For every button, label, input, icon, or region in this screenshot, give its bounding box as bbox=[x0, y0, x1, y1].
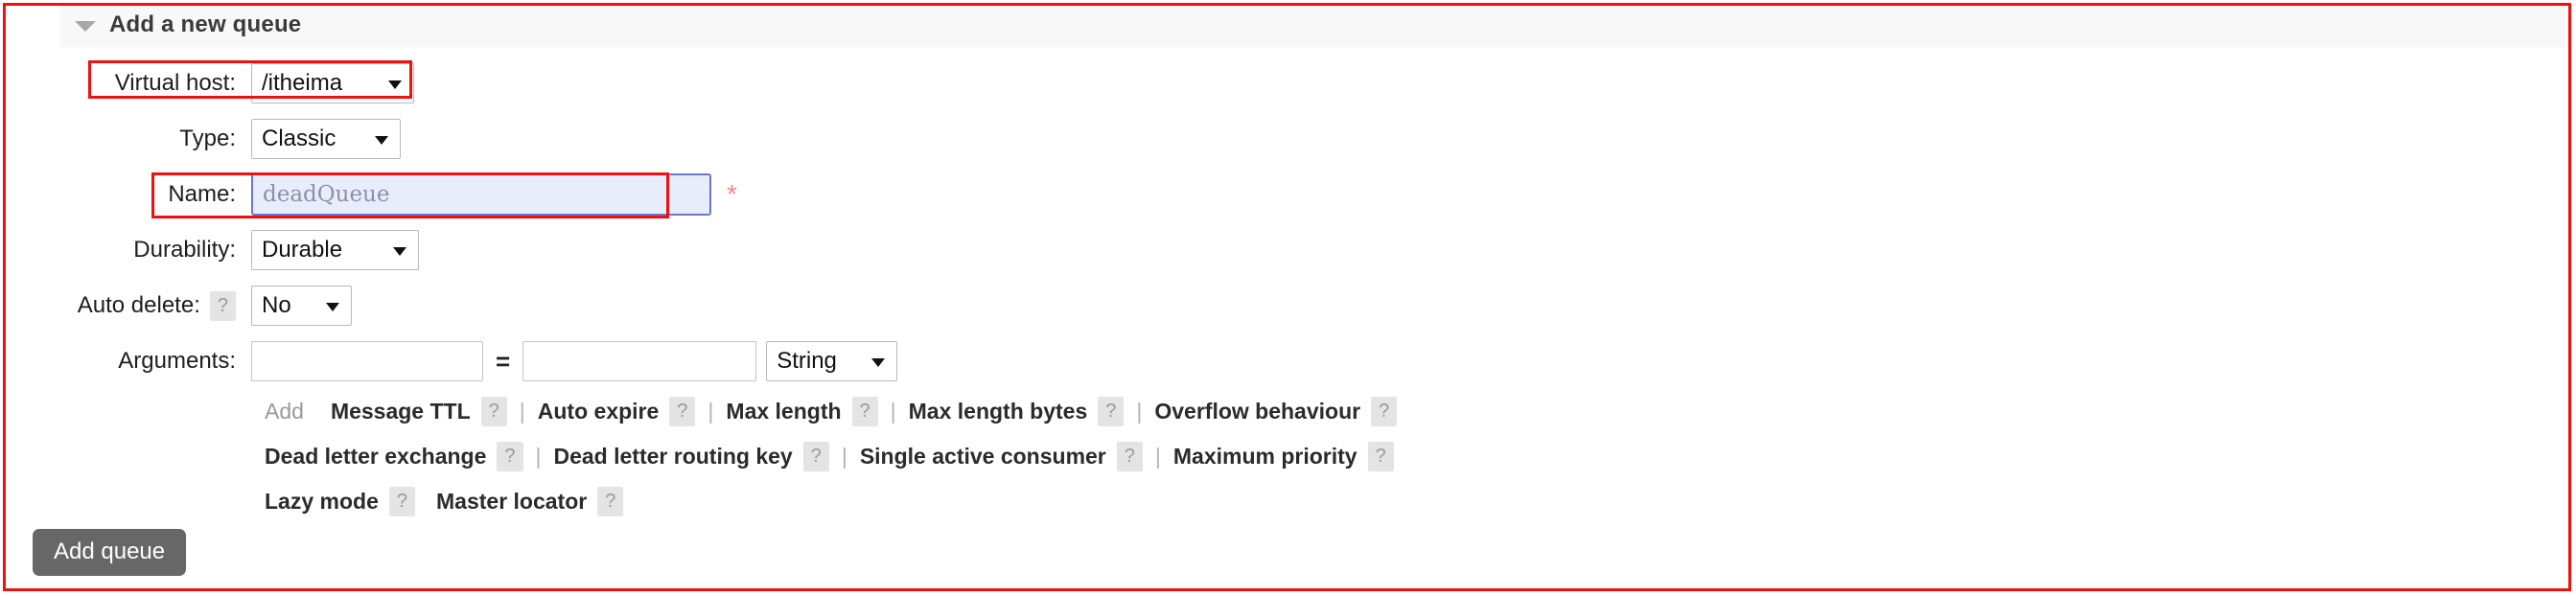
add-queue-panel: Add a new queue Virtual host: /itheima T… bbox=[0, 0, 2576, 596]
preset-lazy-mode[interactable]: Lazy mode ? bbox=[265, 487, 415, 516]
message-ttl-help-icon[interactable]: ? bbox=[480, 397, 507, 426]
type-select[interactable]: Classic bbox=[251, 119, 401, 159]
form-row-arguments: Arguments: = String bbox=[0, 333, 2576, 389]
maximum-priority-help-icon[interactable]: ? bbox=[1367, 442, 1394, 471]
form-row-virtual-host: Virtual host: /itheima bbox=[0, 56, 2576, 111]
preset-maximum-priority[interactable]: Maximum priority ? bbox=[1173, 442, 1394, 471]
form-row-durability: Durability: Durable bbox=[0, 222, 2576, 278]
lazy-mode-help-icon[interactable]: ? bbox=[388, 487, 415, 516]
virtual-host-select[interactable]: /itheima bbox=[251, 63, 414, 103]
durability-label: Durability: bbox=[133, 237, 236, 263]
argument-key-input[interactable] bbox=[251, 341, 483, 381]
argument-presets-row-1: Add Message TTL ? | Auto expire ? | Max … bbox=[0, 389, 2576, 434]
preset-overflow-behaviour[interactable]: Overflow behaviour ? bbox=[1154, 397, 1398, 426]
overflow-behaviour-help-icon[interactable]: ? bbox=[1371, 397, 1398, 426]
type-label: Type: bbox=[179, 126, 236, 151]
arguments-label: Arguments: bbox=[118, 348, 236, 374]
single-active-consumer-help-icon[interactable]: ? bbox=[1116, 442, 1143, 471]
triangle-down-icon[interactable] bbox=[75, 20, 96, 32]
dead-letter-exchange-help-icon[interactable]: ? bbox=[497, 442, 523, 471]
max-length-help-icon[interactable]: ? bbox=[851, 397, 878, 426]
name-label: Name: bbox=[168, 181, 236, 207]
add-argument-link[interactable]: Add bbox=[265, 399, 304, 424]
preset-label[interactable]: Overflow behaviour bbox=[1154, 399, 1360, 424]
page-title: Add a new queue bbox=[109, 11, 302, 37]
form-row-auto-delete: Auto delete: ? No bbox=[0, 278, 2576, 333]
preset-label[interactable]: Maximum priority bbox=[1173, 444, 1358, 470]
section-header[interactable]: Add a new queue bbox=[59, 3, 2565, 47]
separator: | bbox=[535, 444, 542, 469]
queue-name-input[interactable] bbox=[251, 173, 711, 216]
argument-type-select-wrap: String bbox=[766, 341, 898, 381]
separator: | bbox=[519, 399, 525, 424]
add-queue-form: Virtual host: /itheima Type: Classic Nam bbox=[0, 56, 2576, 524]
auto-delete-label: Auto delete: ? bbox=[0, 290, 251, 321]
preset-max-length[interactable]: Max length ? bbox=[726, 397, 878, 426]
auto-delete-help-icon[interactable]: ? bbox=[209, 290, 236, 321]
separator: | bbox=[708, 399, 714, 424]
type-select-wrap: Classic bbox=[251, 119, 401, 159]
auto-delete-select-wrap: No bbox=[251, 286, 352, 326]
preset-auto-expire[interactable]: Auto expire ? bbox=[538, 397, 696, 426]
preset-label[interactable]: Message TTL bbox=[331, 399, 471, 424]
preset-label[interactable]: Auto expire bbox=[538, 399, 660, 424]
equals-sign: = bbox=[496, 346, 511, 376]
separator: | bbox=[841, 444, 847, 469]
argument-presets-row-2: Dead letter exchange ? | Dead letter rou… bbox=[0, 434, 2576, 479]
master-locator-help-icon[interactable]: ? bbox=[597, 487, 624, 516]
required-asterisk: * bbox=[727, 179, 737, 209]
preset-message-ttl[interactable]: Message TTL ? bbox=[331, 397, 507, 426]
preset-label[interactable]: Lazy mode bbox=[265, 489, 379, 515]
form-row-name: Name: * bbox=[0, 167, 2576, 222]
max-length-bytes-help-icon[interactable]: ? bbox=[1098, 397, 1125, 426]
preset-label[interactable]: Dead letter routing key bbox=[553, 444, 792, 470]
auto-delete-select[interactable]: No bbox=[251, 286, 352, 326]
durability-select[interactable]: Durable bbox=[251, 230, 419, 270]
submit-row: Add queue bbox=[33, 529, 187, 576]
preset-label[interactable]: Max length bbox=[726, 399, 841, 424]
preset-master-locator[interactable]: Master locator ? bbox=[436, 487, 624, 516]
virtual-host-select-wrap: /itheima bbox=[251, 63, 414, 103]
argument-presets-row-3: Lazy mode ? Master locator ? bbox=[0, 479, 2576, 524]
durability-select-wrap: Durable bbox=[251, 230, 419, 270]
preset-dead-letter-routing-key[interactable]: Dead letter routing key ? bbox=[553, 442, 829, 471]
separator: | bbox=[1136, 399, 1143, 424]
add-queue-button[interactable]: Add queue bbox=[33, 529, 187, 576]
preset-max-length-bytes[interactable]: Max length bytes ? bbox=[909, 397, 1125, 426]
preset-label[interactable]: Dead letter exchange bbox=[265, 444, 486, 470]
argument-type-select[interactable]: String bbox=[766, 341, 898, 381]
separator: | bbox=[890, 399, 896, 424]
argument-value-input[interactable] bbox=[522, 341, 757, 381]
preset-single-active-consumer[interactable]: Single active consumer ? bbox=[860, 442, 1143, 471]
auto-expire-help-icon[interactable]: ? bbox=[669, 397, 696, 426]
preset-label[interactable]: Max length bytes bbox=[909, 399, 1088, 424]
form-row-type: Type: Classic bbox=[0, 111, 2576, 167]
preset-label[interactable]: Single active consumer bbox=[860, 444, 1106, 470]
preset-dead-letter-exchange[interactable]: Dead letter exchange ? bbox=[265, 442, 523, 471]
dead-letter-routing-key-help-icon[interactable]: ? bbox=[802, 442, 829, 471]
virtual-host-label: Virtual host: bbox=[114, 70, 236, 96]
preset-label[interactable]: Master locator bbox=[436, 489, 587, 515]
separator: | bbox=[1154, 444, 1161, 469]
